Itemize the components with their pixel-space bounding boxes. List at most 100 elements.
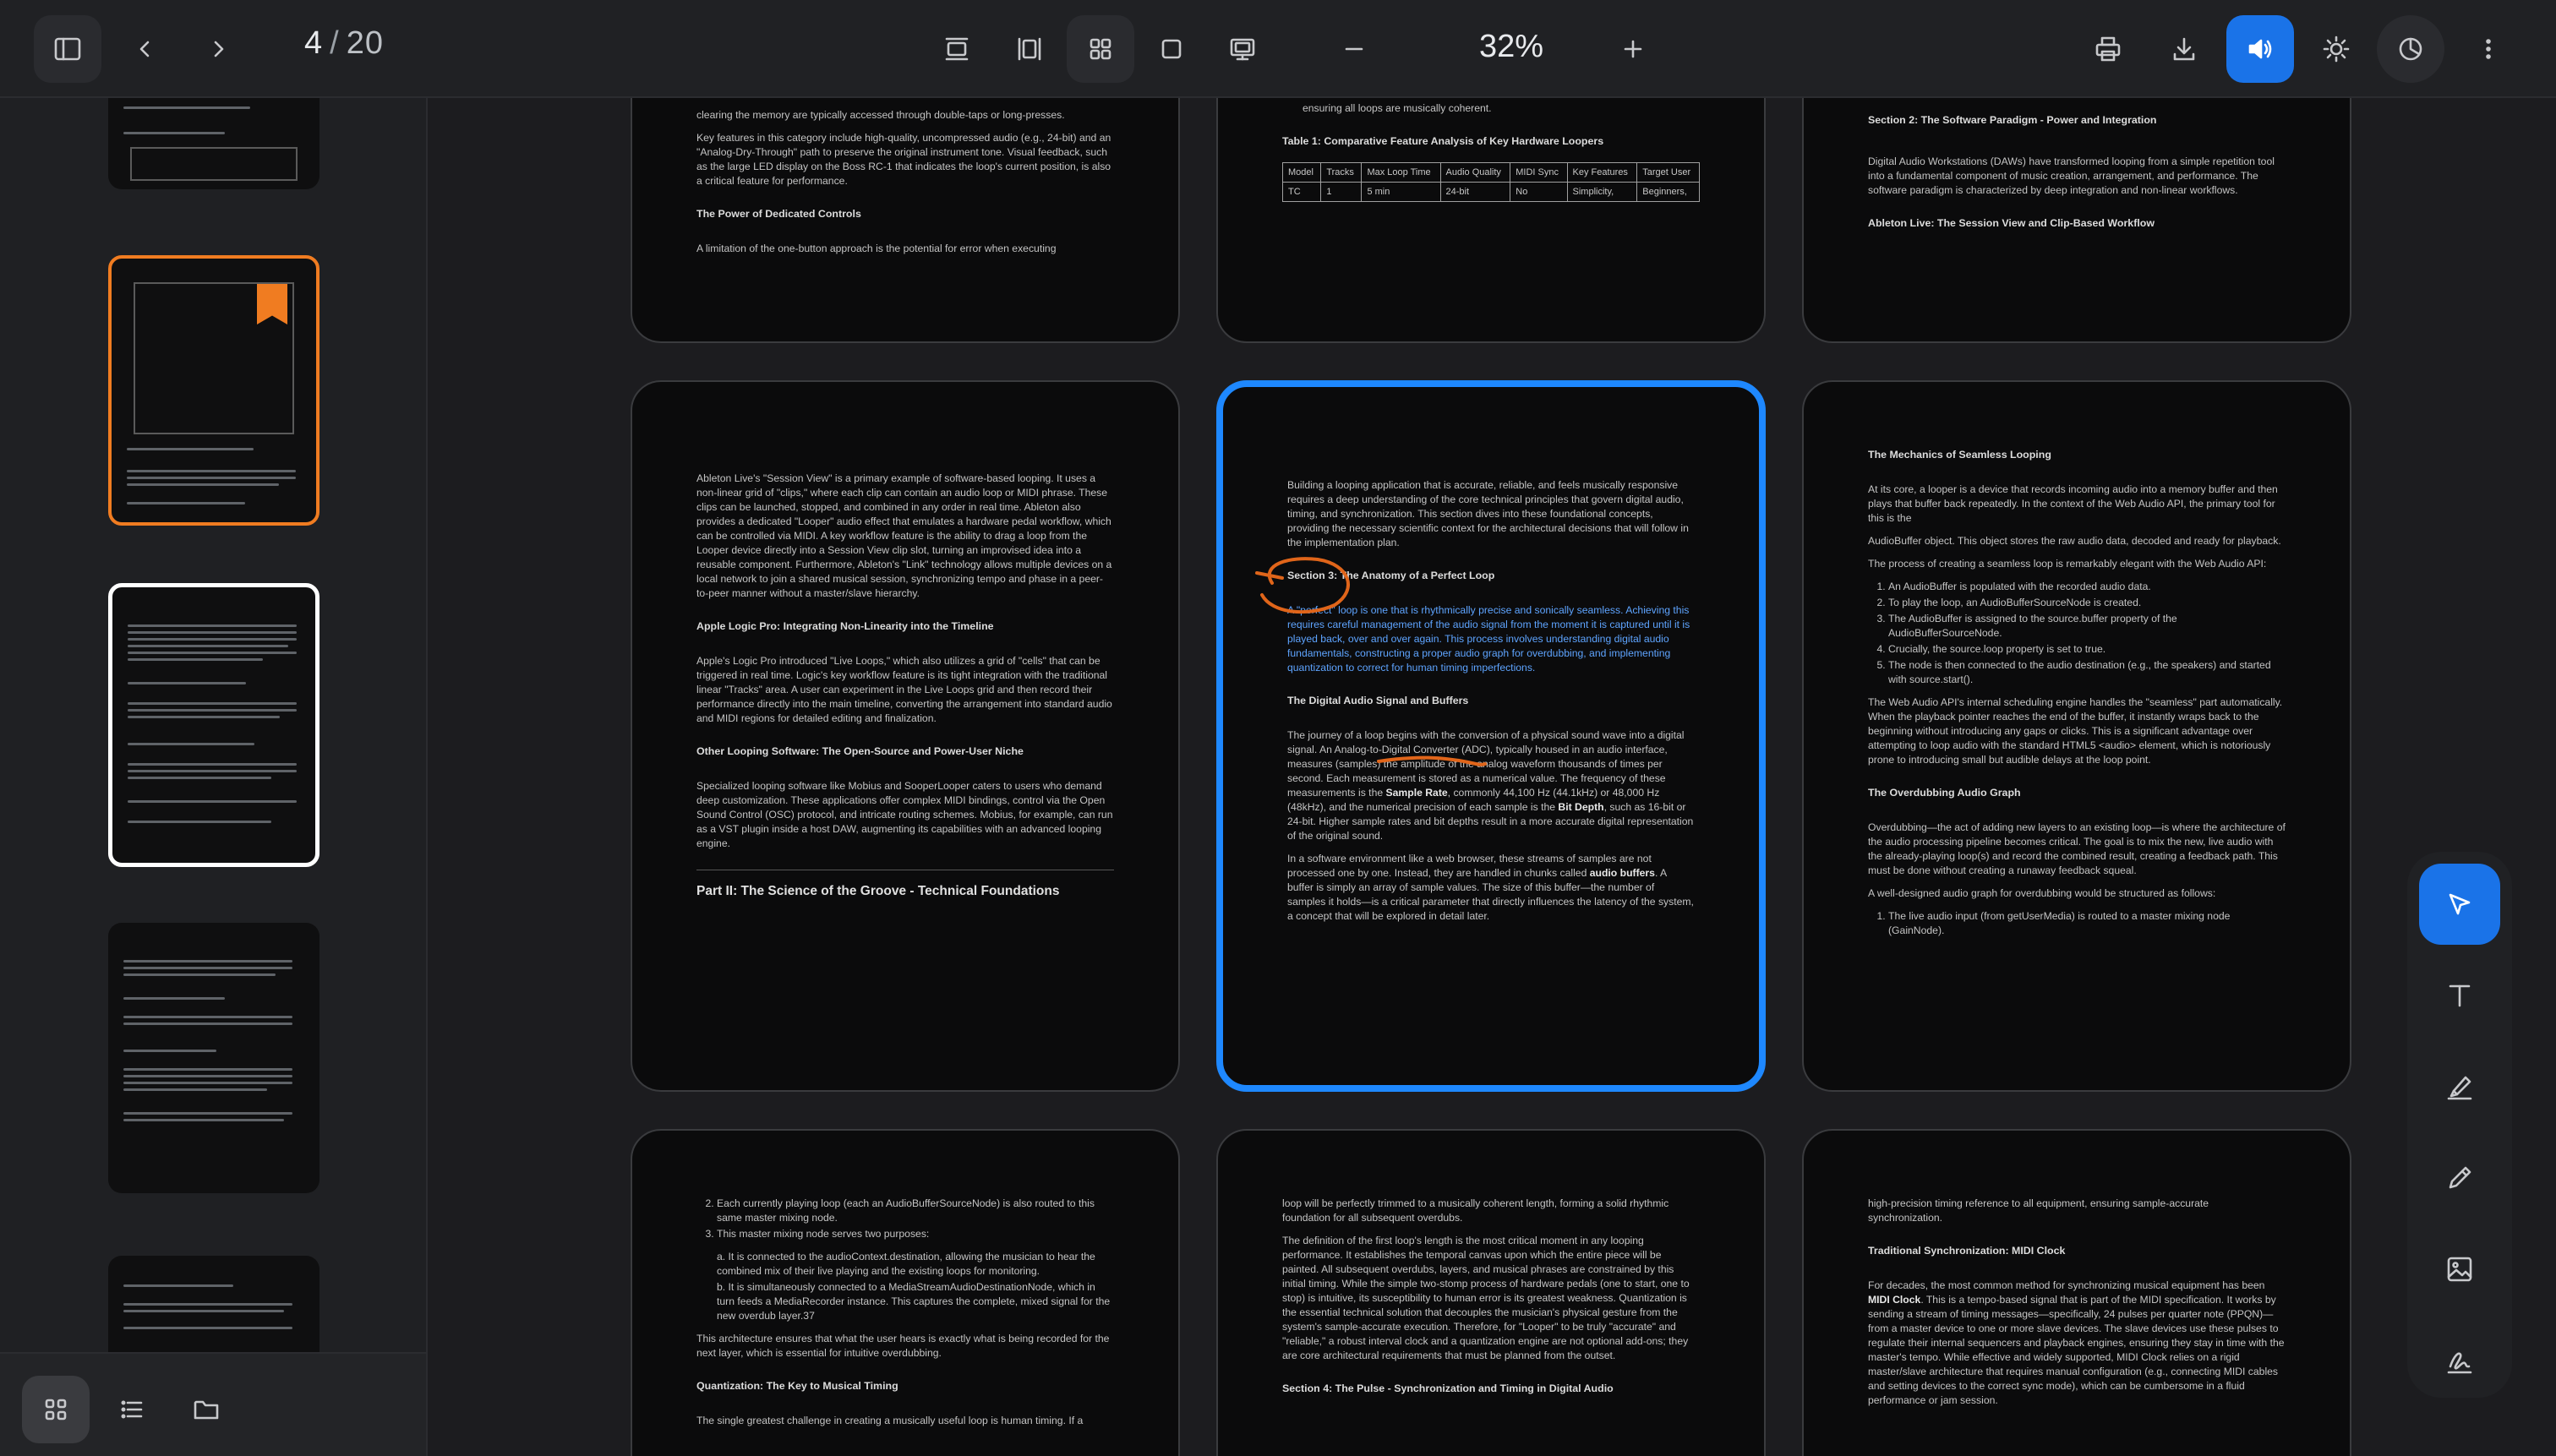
heading: Traditional Synchronization: MIDI Clock <box>1868 1245 2066 1257</box>
annotation-tool-rail <box>2407 852 2512 1398</box>
zoom-level[interactable]: 32% <box>1461 29 1562 65</box>
page-card[interactable]: Each currently playing loop (each an Aud… <box>631 1129 1180 1456</box>
page-card-current[interactable]: Building a looping application that is a… <box>1216 380 1766 1092</box>
single-page-view-button[interactable] <box>923 15 991 83</box>
page-thumbnail[interactable] <box>108 923 320 1193</box>
paragraph: A well-designed audio graph for overdubb… <box>1868 887 2216 899</box>
list-item: This master mixing node serves two purpo… <box>717 1227 1114 1241</box>
list-item: The AudioBuffer is assigned to the sourc… <box>1888 612 2286 641</box>
more-options-button[interactable] <box>2455 15 2522 83</box>
page-content: Ableton Live's "Session View" is a prima… <box>696 472 1114 907</box>
highlighter-tool-button[interactable] <box>2419 1046 2500 1127</box>
paragraph: Overdubbing—the act of adding new layers… <box>1868 821 2286 876</box>
page-card[interactable]: loop will be perfectly trimmed to a musi… <box>1216 1129 1766 1456</box>
print-icon <box>2095 36 2121 62</box>
zoom-out-button[interactable] <box>1320 15 1388 83</box>
page-card[interactable]: Ableton Live's "Session View" is a prima… <box>631 380 1180 1092</box>
paragraph: This architecture ensures that what the … <box>696 1333 1110 1359</box>
table-title: Table 1: Comparative Feature Analysis of… <box>1282 135 1604 147</box>
table-cell: 1 <box>1320 182 1363 202</box>
paragraph: In a software environment like a web bro… <box>1287 852 1695 924</box>
page-card[interactable]: The Mechanics of Seamless Looping At its… <box>1802 380 2351 1092</box>
signature-icon <box>2447 1352 2472 1374</box>
page-thumbnail[interactable] <box>108 98 320 189</box>
list-item: Each currently playing loop (each an Aud… <box>717 1197 1114 1225</box>
presentation-view-button[interactable] <box>1209 15 1276 83</box>
section-heading: Section 4: The Pulse - Synchronization a… <box>1282 1382 1614 1394</box>
highlighter-icon <box>2447 1076 2472 1100</box>
numbered-list: The live audio input (from getUserMedia)… <box>1868 909 2286 938</box>
chevron-left-icon <box>139 41 150 57</box>
table-cell: Audio Quality <box>1439 162 1511 183</box>
sidebar-toggle-icon <box>54 37 81 61</box>
table-cell: Beginners, <box>1636 182 1700 202</box>
pen-tool-button[interactable] <box>2419 1137 2500 1219</box>
page-card[interactable]: ensuring all loops are musically coheren… <box>1216 98 1766 343</box>
page-card[interactable]: high-precision timing reference to all e… <box>1802 1129 2351 1456</box>
heading: Quantization: The Key to Musical Timing <box>696 1380 898 1392</box>
page-thumbnail-selected[interactable] <box>108 583 320 867</box>
page-thumbnail-bookmarked[interactable] <box>108 255 320 526</box>
comparison-table: Model Tracks Max Loop Time Audio Quality… <box>1281 162 1700 202</box>
heading: The Mechanics of Seamless Looping <box>1868 449 2051 461</box>
download-icon <box>2173 37 2195 61</box>
table-cell: TC <box>1281 182 1322 202</box>
highlighted-paragraph: A "perfect" loop is one that is rhythmic… <box>1287 604 1690 673</box>
paragraph: high-precision timing reference to all e… <box>1868 1197 2209 1224</box>
brightness-button[interactable] <box>2302 15 2370 83</box>
two-page-view-button[interactable] <box>996 15 1063 83</box>
thumbnail-sidebar <box>0 98 428 1456</box>
next-page-button[interactable] <box>184 15 252 83</box>
paragraph: The definition of the first loop's lengt… <box>1282 1235 1690 1361</box>
paragraph: AudioBuffer object. This object stores t… <box>1868 535 2281 547</box>
print-button[interactable] <box>2074 15 2142 83</box>
sub-item: a. It is connected to the audioContext.d… <box>717 1251 1095 1277</box>
list-item: An AudioBuffer is populated with the rec… <box>1888 580 2286 594</box>
timer-button[interactable] <box>2377 15 2444 83</box>
page-content: Each currently playing loop (each an Aud… <box>696 1197 1114 1437</box>
current-page-number[interactable]: 4 <box>304 25 323 61</box>
read-aloud-button[interactable] <box>2226 15 2294 83</box>
total-pages: 20 <box>346 25 384 61</box>
paragraph: The journey of a loop begins with the co… <box>1287 728 1695 843</box>
paragraph: ensuring all loops are musically coheren… <box>1303 102 1492 114</box>
page-content: The Mechanics of Seamless Looping At its… <box>1868 448 2286 946</box>
grid-view-button[interactable] <box>1067 15 1134 83</box>
page-grid: clearing the memory are typically access… <box>428 98 2556 1456</box>
top-toolbar: 4/20 32% <box>0 0 2556 98</box>
brightness-icon <box>2323 35 2350 63</box>
sidebar-toggle-button[interactable] <box>34 15 101 83</box>
page-content: Section 2: The Software Paradigm - Power… <box>1868 113 2286 251</box>
outline-tab-button[interactable] <box>98 1376 166 1443</box>
grid-icon <box>45 1399 67 1421</box>
part-heading: Part II: The Science of the Groove - Tec… <box>696 870 1114 898</box>
text-tool-button[interactable] <box>2419 955 2500 1036</box>
list-item: Crucially, the source.loop property is s… <box>1888 642 2286 657</box>
page-separator: / <box>330 25 340 61</box>
single-view-icon <box>1161 39 1182 59</box>
two-page-view-icon <box>1018 37 1041 61</box>
paragraph: A limitation of the one-button approach … <box>696 243 1057 254</box>
chevron-right-icon <box>214 41 224 57</box>
single-view-button[interactable] <box>1138 15 1205 83</box>
page-counter[interactable]: 4/20 <box>304 25 384 62</box>
thumbnails-tab-button[interactable] <box>22 1376 90 1443</box>
page-card[interactable]: Section 2: The Software Paradigm - Power… <box>1802 98 2351 343</box>
previous-page-button[interactable] <box>112 15 179 83</box>
list-item: The node is then connected to the audio … <box>1888 658 2286 687</box>
page-content: loop will be perfectly trimmed to a musi… <box>1282 1197 1700 1416</box>
text-icon <box>2449 984 2471 1007</box>
image-tool-button[interactable] <box>2419 1229 2500 1310</box>
select-tool-button[interactable] <box>2419 864 2500 945</box>
table-cell: Key Features <box>1566 162 1638 183</box>
page-content: ensuring all loops are musically coheren… <box>1281 101 1700 202</box>
signature-tool-button[interactable] <box>2419 1320 2500 1401</box>
text-span: For decades, the most common method for … <box>1868 1279 2265 1291</box>
page-content: clearing the memory are typically access… <box>696 108 1114 264</box>
page-card[interactable]: clearing the memory are typically access… <box>631 98 1180 343</box>
files-tab-button[interactable] <box>172 1376 240 1443</box>
more-vert-icon <box>2486 39 2491 59</box>
zoom-in-button[interactable] <box>1599 15 1667 83</box>
table-cell: Tracks <box>1320 162 1363 183</box>
download-button[interactable] <box>2150 15 2218 83</box>
